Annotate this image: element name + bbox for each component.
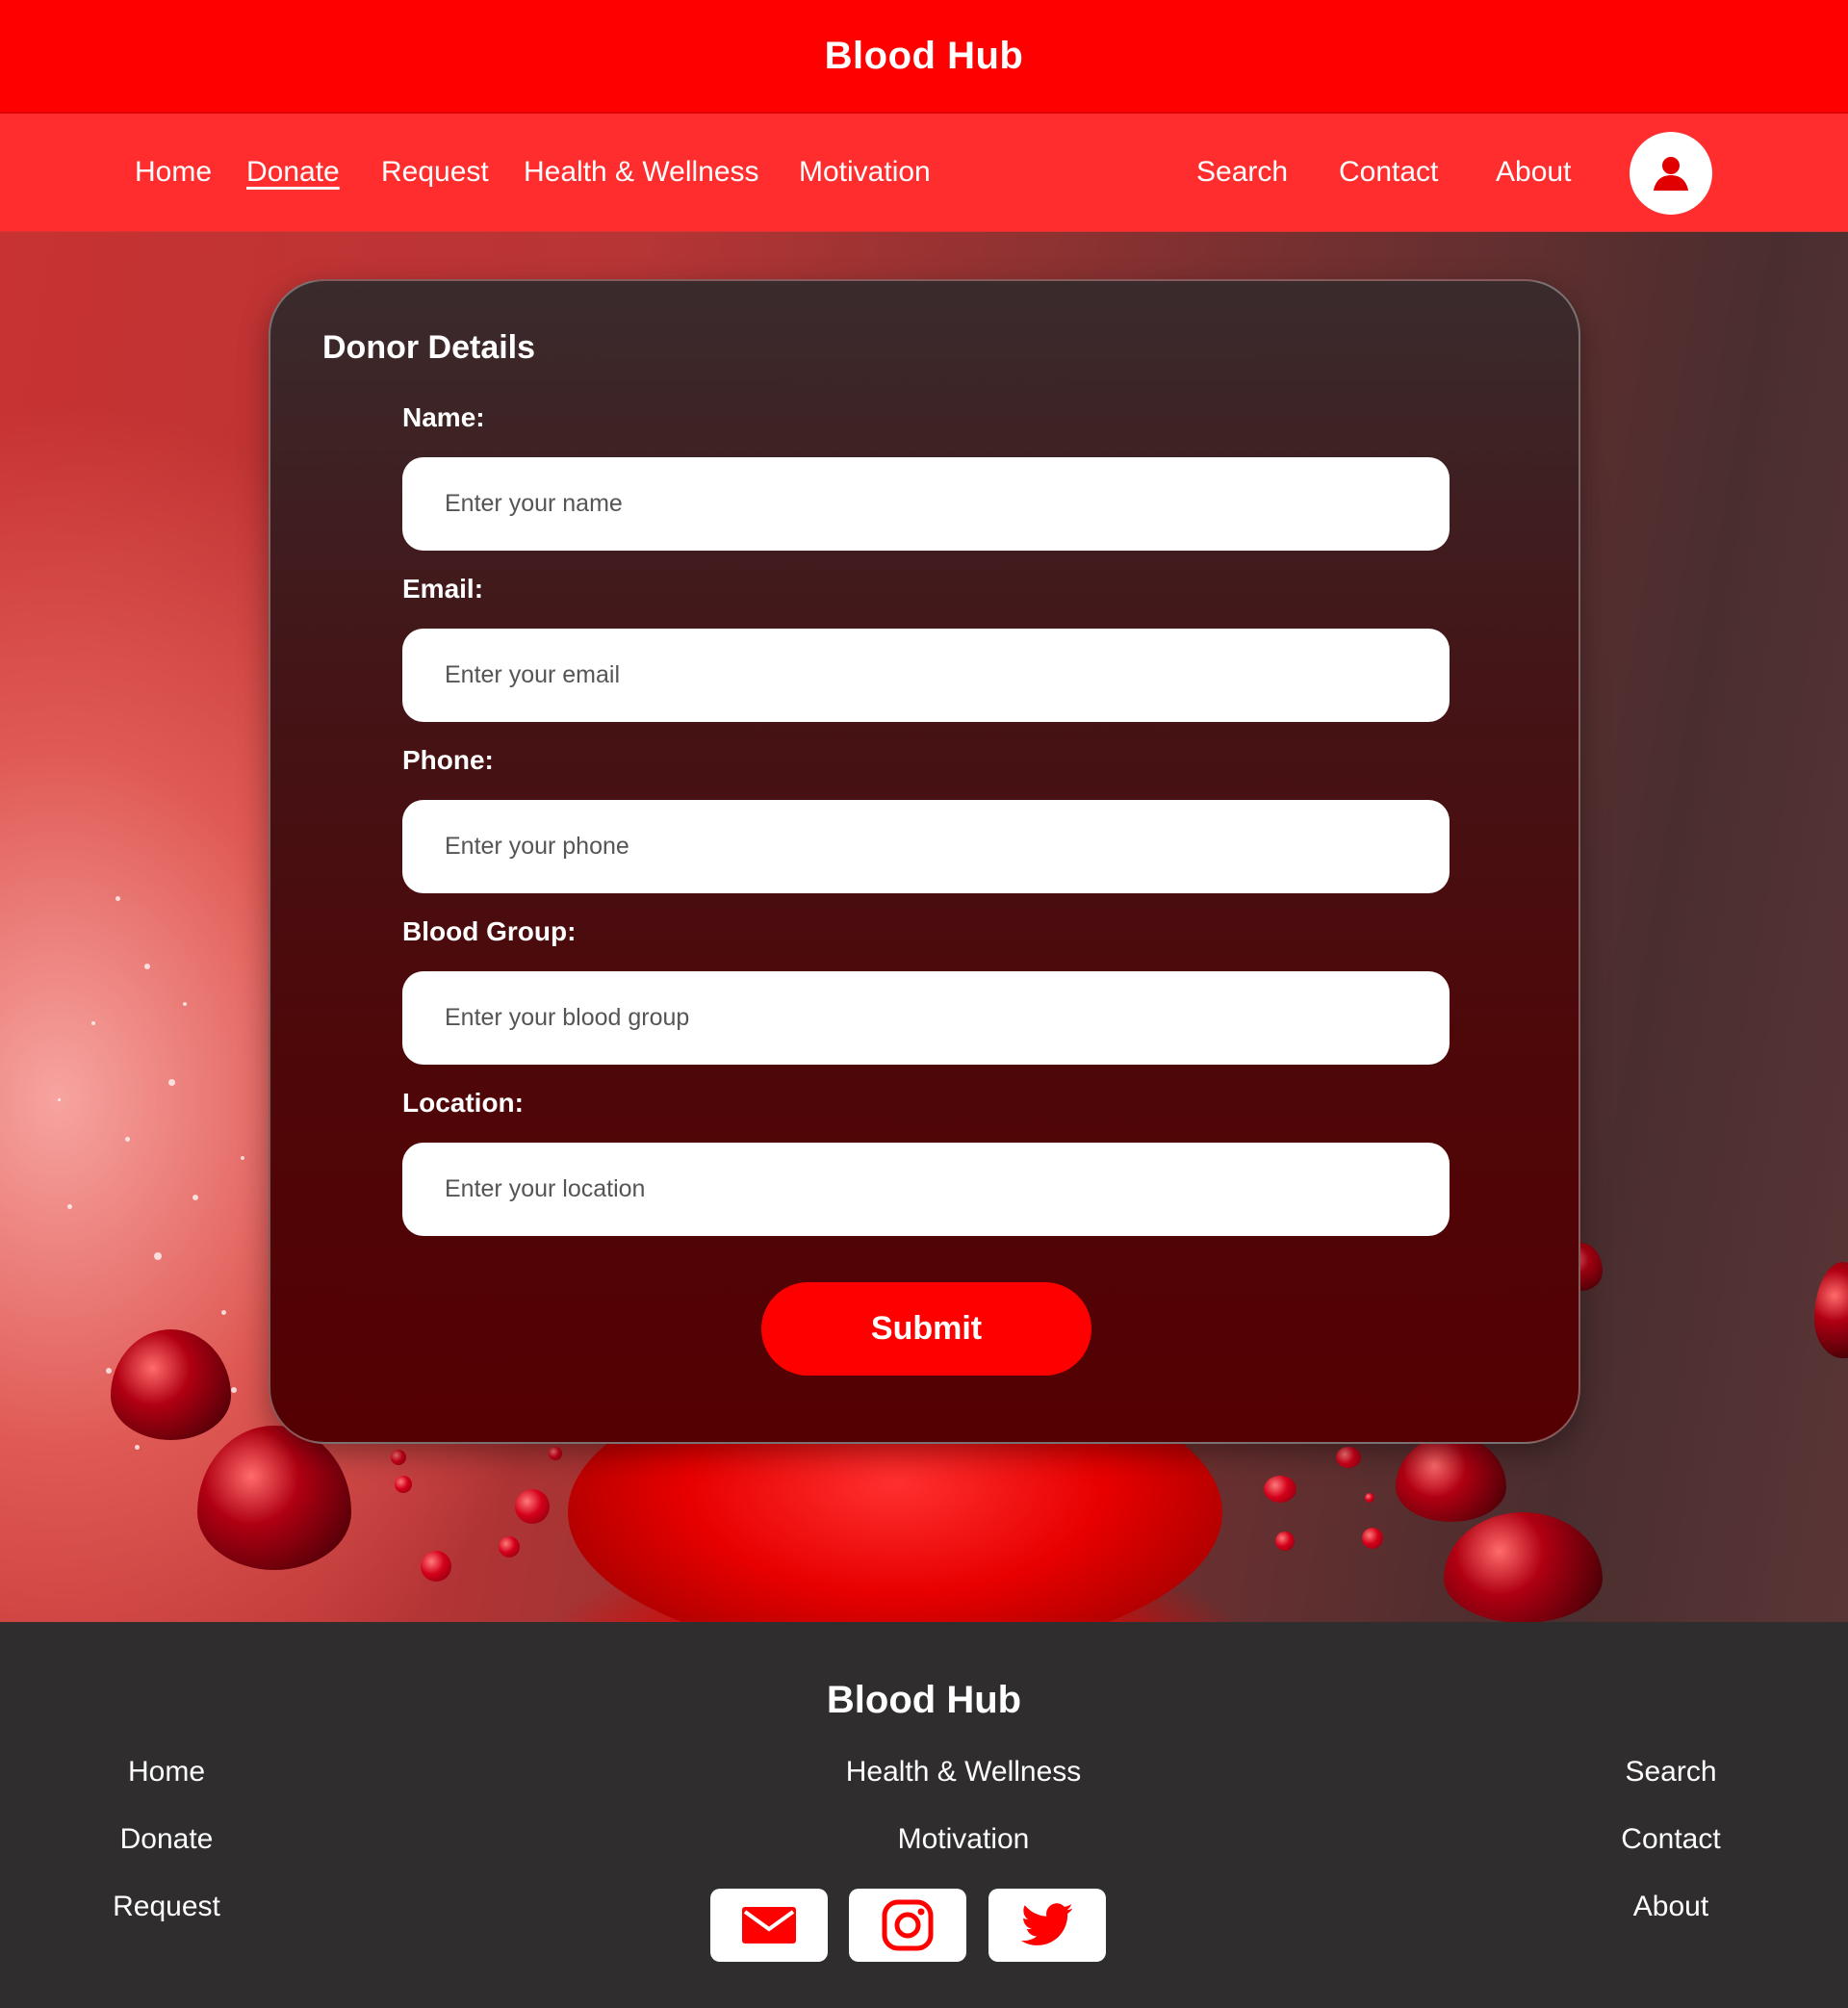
footer-link-motivation[interactable]: Motivation <box>898 1823 1030 1856</box>
nav-health-wellness[interactable]: Health & Wellness <box>524 156 759 189</box>
footer-link-home[interactable]: Home <box>128 1756 205 1789</box>
twitter-button[interactable] <box>988 1889 1106 1962</box>
footer-link-health-wellness[interactable]: Health & Wellness <box>846 1756 1082 1789</box>
droplet <box>1396 1435 1506 1522</box>
bead <box>499 1536 520 1557</box>
submit-button[interactable]: Submit <box>761 1282 1091 1376</box>
nav-motivation[interactable]: Motivation <box>799 156 931 189</box>
footer-title: Blood Hub <box>826 1679 1022 1721</box>
footer-link-donate[interactable]: Donate <box>120 1823 214 1856</box>
phone-label: Phone: <box>402 745 494 775</box>
email-label: Email: <box>402 574 484 604</box>
bead <box>1264 1476 1296 1503</box>
name-input[interactable] <box>402 457 1450 551</box>
droplet <box>197 1426 351 1570</box>
nav-contact[interactable]: Contact <box>1339 156 1438 189</box>
form-title: Donor Details <box>322 329 536 366</box>
sparkle <box>135 1445 140 1450</box>
mail-icon <box>742 1907 796 1944</box>
sparkle <box>116 896 120 901</box>
email-input[interactable] <box>402 629 1450 722</box>
sparkle <box>231 1387 237 1393</box>
sparkle <box>125 1137 130 1142</box>
location-input[interactable] <box>402 1143 1450 1236</box>
instagram-icon <box>882 1899 934 1951</box>
nav-donate[interactable]: Donate <box>246 156 340 189</box>
bead <box>391 1450 406 1465</box>
sparkle <box>67 1204 72 1209</box>
profile-avatar-button[interactable] <box>1630 132 1712 215</box>
droplet <box>111 1329 231 1440</box>
nav-about[interactable]: About <box>1496 156 1571 189</box>
blood-group-label: Blood Group: <box>402 916 577 946</box>
blood-group-input[interactable] <box>402 971 1450 1065</box>
bead <box>549 1447 562 1460</box>
droplet <box>1814 1262 1848 1358</box>
instagram-button[interactable] <box>849 1889 966 1962</box>
title-bar: Blood Hub <box>0 0 1848 114</box>
sparkle <box>183 1002 187 1006</box>
nav-search[interactable]: Search <box>1196 156 1288 189</box>
sparkle <box>168 1079 175 1086</box>
bead <box>1275 1532 1295 1551</box>
droplet <box>1444 1512 1603 1622</box>
sparkle <box>91 1021 95 1025</box>
mail-button[interactable] <box>710 1889 828 1962</box>
sparkle <box>192 1195 198 1200</box>
sparkle <box>144 964 150 969</box>
sparkle <box>221 1310 226 1315</box>
bead <box>1336 1447 1361 1468</box>
name-label: Name: <box>402 402 485 432</box>
bead <box>421 1551 451 1582</box>
sparkle <box>58 1098 61 1101</box>
bead <box>1362 1528 1383 1549</box>
sparkle <box>154 1252 162 1260</box>
nav-home[interactable]: Home <box>135 156 212 189</box>
footer-link-about[interactable]: About <box>1633 1891 1708 1923</box>
bead <box>395 1476 412 1493</box>
footer-link-request[interactable]: Request <box>113 1891 220 1923</box>
location-label: Location: <box>402 1088 524 1118</box>
footer-link-contact[interactable]: Contact <box>1621 1823 1720 1856</box>
twitter-icon <box>1020 1903 1073 1945</box>
sparkle <box>106 1368 112 1374</box>
sparkle <box>241 1156 244 1160</box>
nav-request[interactable]: Request <box>381 156 489 189</box>
donor-form-card: Donor Details Name: Email: Phone: Blood … <box>269 279 1580 1444</box>
bead <box>515 1489 550 1524</box>
phone-input[interactable] <box>402 800 1450 893</box>
footer-link-search[interactable]: Search <box>1625 1756 1716 1789</box>
site-title: Blood Hub <box>824 34 1024 77</box>
bead <box>1365 1493 1374 1503</box>
user-icon <box>1654 157 1688 191</box>
